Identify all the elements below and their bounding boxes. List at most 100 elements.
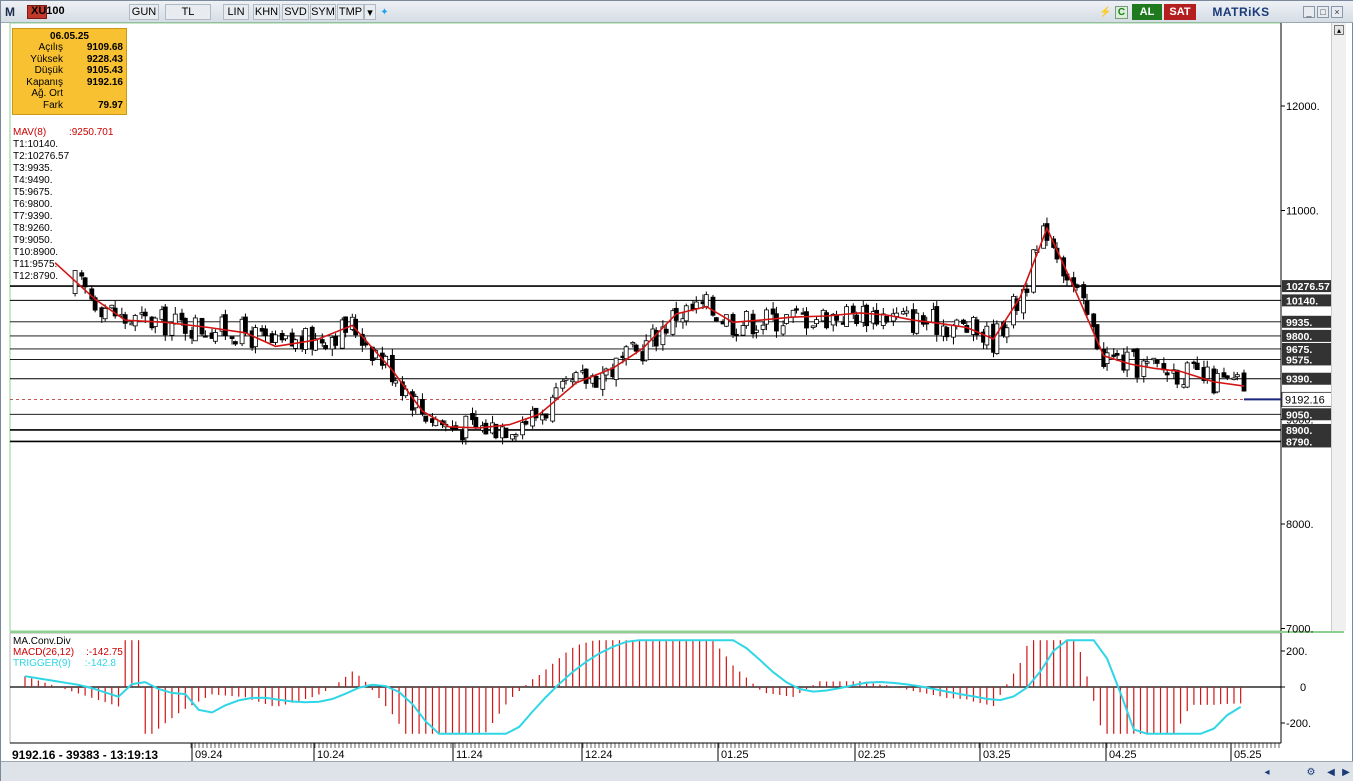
- candle-body: [1151, 357, 1157, 361]
- trend-label: T4:9490.: [13, 175, 53, 186]
- settings-icon[interactable]: ⚙: [1303, 765, 1319, 779]
- price-tick-label: 12000.: [1286, 101, 1320, 113]
- time-tick-label: 03.25: [983, 749, 1011, 761]
- candle-body: [663, 328, 669, 334]
- candle-body: [109, 304, 115, 309]
- trend-label: T6:9800.: [13, 199, 53, 210]
- prev-icon[interactable]: ◀: [1323, 765, 1339, 779]
- candle-body: [723, 314, 729, 327]
- candle-body: [560, 380, 566, 389]
- macd-line-legend: MACD(26,12):-142.75: [13, 647, 123, 658]
- candle-body: [944, 327, 950, 338]
- candle-body: [824, 312, 829, 329]
- level-label: 9575.: [1286, 354, 1312, 366]
- trend-label: T8:9260.: [13, 223, 53, 234]
- candle-body: [784, 314, 789, 324]
- candle-body: [874, 309, 880, 325]
- candle-body: [229, 336, 235, 339]
- candle-body: [794, 308, 799, 311]
- macd-tick-label: -200.: [1286, 718, 1311, 730]
- candle-body: [1124, 351, 1130, 371]
- candle-body: [503, 427, 509, 438]
- macd-tick-label: 200.: [1286, 646, 1307, 658]
- candle-body: [754, 329, 759, 333]
- time-tick-label: 11.24: [456, 749, 483, 761]
- current-price-label: 9192.16: [1285, 394, 1325, 406]
- trend-label: T5:9675.: [13, 187, 53, 198]
- candle-body: [850, 305, 856, 314]
- candle-body: [513, 434, 519, 437]
- candle-body: [283, 335, 288, 340]
- candle-body: [774, 313, 779, 332]
- candle-body: [202, 335, 208, 338]
- candle-body: [600, 372, 606, 390]
- candle-body: [884, 315, 890, 323]
- time-axis: 09.24 10.24 11.24 12.24 01.25 02.25 03.25 04.25…: [190, 743, 1280, 761]
- candle-body: [323, 345, 328, 350]
- candle-body: [212, 332, 218, 342]
- candle-body: [904, 310, 910, 314]
- level-label: 9800.: [1286, 331, 1312, 343]
- trend-label: T1:10140.: [13, 139, 59, 150]
- trend-label: T3:9935.: [13, 163, 53, 174]
- trend-label: T11:9575.: [13, 259, 58, 270]
- time-tick-label: 09.24: [195, 749, 223, 761]
- mav-label: MAV(8): [13, 127, 47, 138]
- time-tick-label: 12.24: [585, 749, 613, 761]
- candle-body: [363, 342, 369, 346]
- candle-body: [553, 387, 559, 399]
- vertical-scrollbar[interactable]: ▴: [1331, 23, 1346, 631]
- level-label: 9050.: [1286, 409, 1312, 421]
- candle-body: [393, 380, 399, 384]
- candle-body: [483, 422, 489, 435]
- info-row-open: Açılış 9109.68: [38, 42, 123, 53]
- info-date: 06.05.25: [50, 31, 89, 42]
- candle-body: [914, 312, 920, 334]
- candle-body: [613, 357, 619, 380]
- candle-body: [343, 316, 349, 333]
- candle-body: [760, 324, 766, 330]
- price-chart[interactable]: 12000.11000.9000.8000.7000.10276.5710140…: [1, 1, 1353, 781]
- candle-body: [743, 311, 749, 327]
- trendline-list: T1:10140. T2:10276.57 T3:9935. T4:9490. T5:9…: [13, 139, 69, 283]
- candle-body: [593, 375, 599, 388]
- bottom-scroll-strip[interactable]: ◂ ⚙ ◀ ▶: [1, 761, 1353, 781]
- trend-label: T9:9050.: [13, 235, 53, 246]
- time-tick-label: 10.24: [317, 749, 345, 761]
- candle-body: [162, 306, 168, 336]
- candle-body: [934, 306, 940, 335]
- candle-body: [263, 328, 268, 336]
- candle-body: [319, 339, 325, 344]
- candle-body: [961, 319, 966, 324]
- candle-body: [693, 301, 699, 309]
- candle-body: [1224, 375, 1230, 379]
- candle-body: [1074, 284, 1080, 288]
- trend-label: T2:10276.57: [13, 151, 70, 162]
- candle-body: [192, 317, 198, 342]
- candle-body: [1184, 362, 1190, 388]
- candle-body: [1234, 374, 1240, 378]
- candle-body: [814, 319, 819, 325]
- level-label: 9390.: [1286, 374, 1312, 386]
- candle-body: [764, 309, 769, 325]
- candle-body: [810, 325, 816, 328]
- macd-legend: MA.Conv.Div MACD(26,12):-142.75 TRIGGER(…: [13, 636, 123, 669]
- level-label: 9935.: [1286, 317, 1312, 329]
- candle-body: [733, 333, 739, 337]
- candle-body: [951, 325, 956, 338]
- time-tick-label: 04.25: [1109, 749, 1137, 761]
- candle-body: [710, 296, 716, 316]
- scroll-left-icon[interactable]: ◂: [1259, 765, 1275, 779]
- time-tick-label: 05.25: [1234, 749, 1262, 761]
- candle-body: [630, 342, 636, 345]
- candle-body: [233, 341, 238, 345]
- candle-body: [1154, 359, 1160, 364]
- candle-body: [790, 309, 796, 318]
- candle-body: [172, 313, 178, 325]
- candle-body: [1241, 372, 1247, 392]
- candle-body: [222, 314, 228, 337]
- candle-body: [423, 415, 429, 422]
- scroll-up-icon[interactable]: ▴: [1334, 25, 1344, 35]
- next-icon[interactable]: ▶: [1338, 765, 1353, 779]
- macd-plot-area: [9, 632, 1282, 744]
